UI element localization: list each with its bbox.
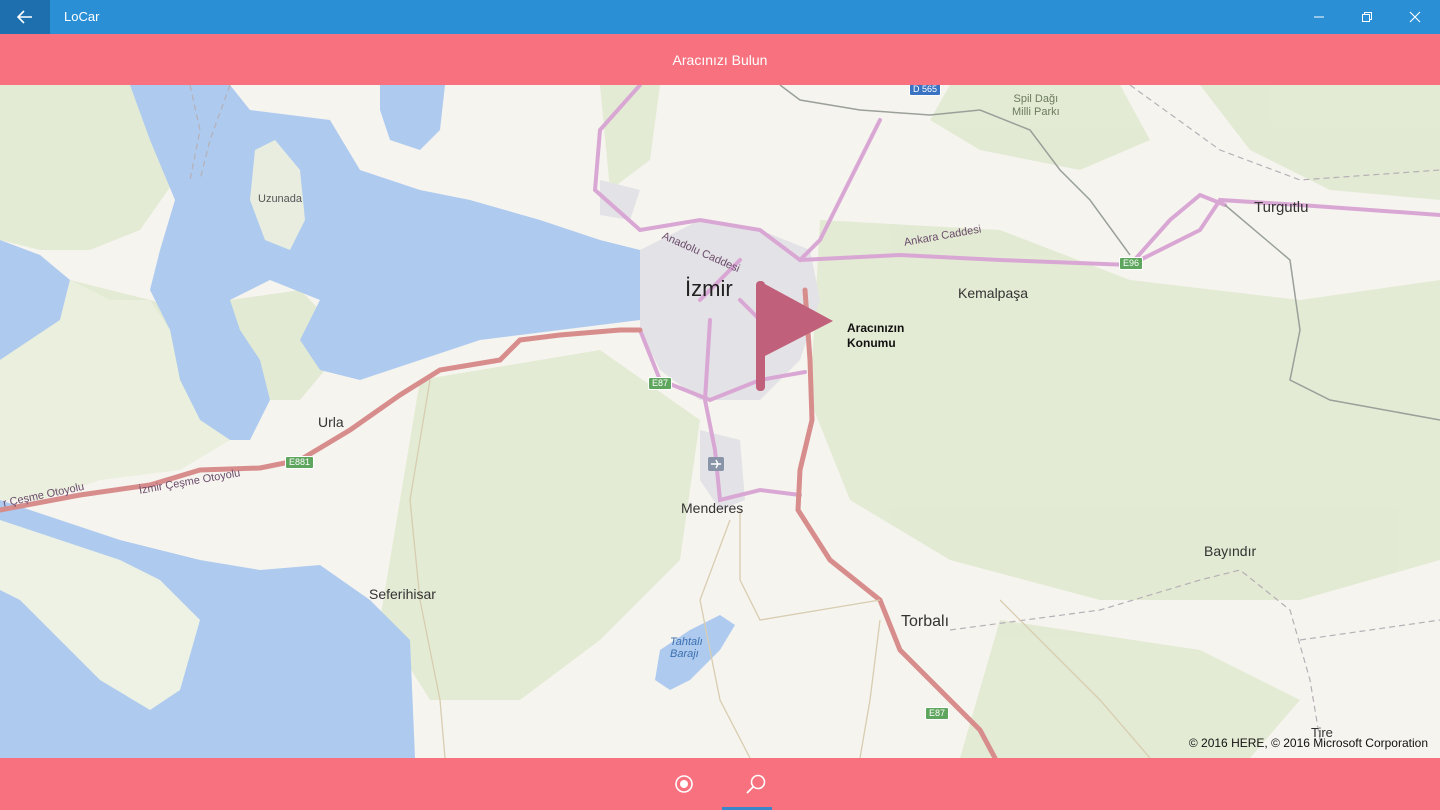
airport-icon [708,457,724,471]
back-arrow-icon [17,10,32,24]
map-label-menderes: Menderes [681,500,744,516]
map-copyright: © 2016 HERE, © 2016 Microsoft Corporatio… [1188,736,1428,750]
page-title: Aracınızı Bulun [672,51,768,68]
car-location-flag-icon[interactable] [755,281,837,391]
search-button[interactable] [732,764,780,804]
car-location-label: Aracınızın Konumu [847,321,905,350]
minimize-button[interactable] [1296,0,1342,34]
maximize-button[interactable] [1344,0,1390,34]
road-shield-e87-south: E87 [925,707,950,720]
search-icon [746,774,766,794]
map-label-kemalpasa: Kemalpaşa [958,285,1029,301]
map-label-tahtali-baraji: Tahtalı Barajı [670,636,703,660]
road-shield-e96: E96 [1119,257,1144,270]
map-view[interactable]: İzmir Kemalpaşa Turgutlu Urla Menderes S… [0,85,1440,758]
page-header: Aracınızı Bulun [0,34,1440,85]
back-button[interactable] [0,0,50,34]
map-label-turgutlu: Turgutlu [1254,199,1309,216]
locate-button[interactable] [660,764,708,804]
title-bar: LoCar [0,0,1440,34]
close-icon [1409,11,1421,23]
minimize-icon [1314,16,1324,18]
road-shield-e881: E881 [285,456,315,469]
restore-icon [1362,12,1372,22]
map-background [0,85,1440,758]
map-label-uzunada: Uzunada [258,193,303,205]
map-label-bayindir: Bayındır [1204,543,1257,559]
map-label-spil-dagi: Spil Dağı Milli Parkı [1012,93,1060,118]
bottom-app-bar [0,758,1440,810]
road-shield-d565: D 565 [909,85,942,96]
road-shield-e87: E87 [648,377,673,390]
map-label-urla: Urla [318,414,344,430]
locate-icon [675,775,693,793]
app-title: LoCar [64,9,100,24]
map-label-seferihisar: Seferihisar [369,586,436,602]
map-label-torbali: Torbalı [901,613,950,630]
map-label-izmir: İzmir [685,276,733,301]
close-button[interactable] [1392,0,1438,34]
